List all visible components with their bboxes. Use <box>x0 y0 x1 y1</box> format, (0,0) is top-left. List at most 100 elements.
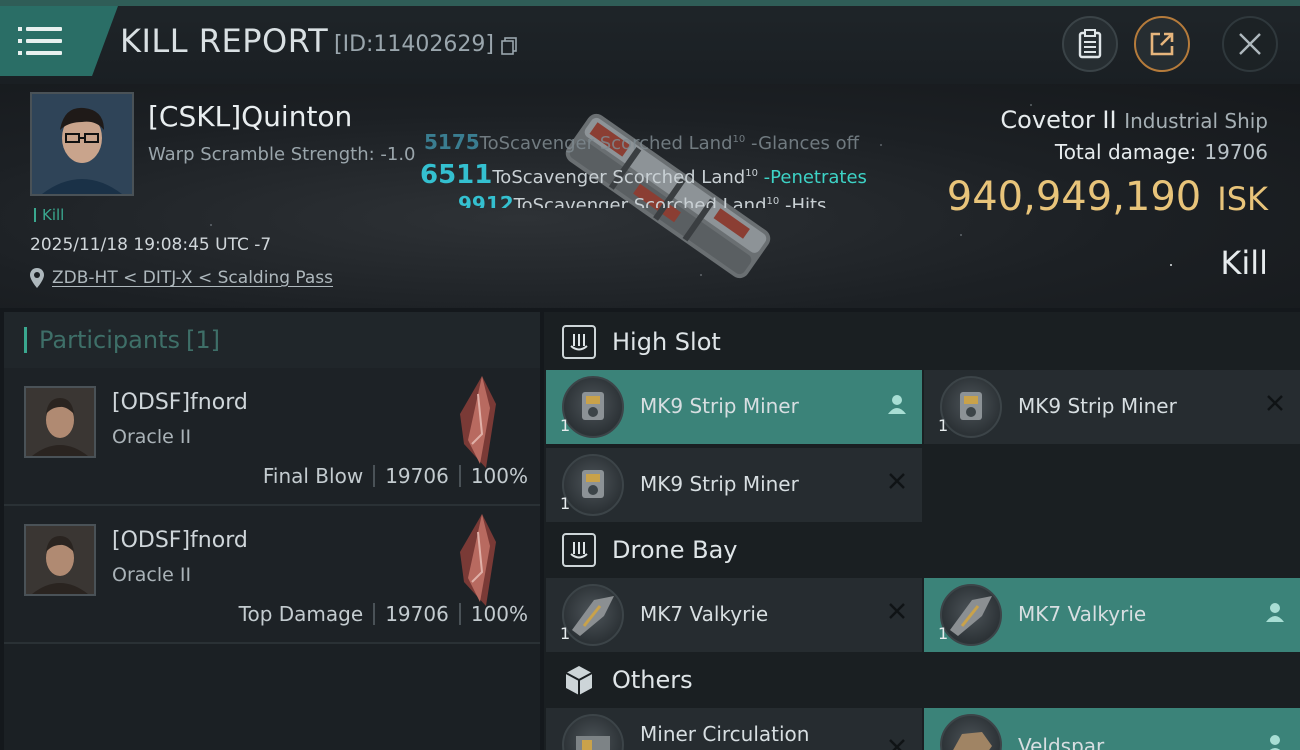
participant-row[interactable]: [ODSF]fnord Oracle II Top Damage 19706 1… <box>4 506 540 644</box>
kill-location[interactable]: ZDB-HT < DITJ-X < Scalding Pass <box>30 268 333 288</box>
strip-miner-icon <box>940 376 1002 438</box>
module-slot[interactable]: 1 MK9 Strip Miner <box>546 370 922 444</box>
total-damage-label: Total damage: <box>1054 140 1197 164</box>
kill-result: Kill <box>1220 244 1268 282</box>
drone-bay-label: Drone Bay <box>612 536 738 564</box>
participants-panel: Participants [1] [ODSF]fnord Oracle II F… <box>4 312 540 750</box>
drone-bay-icon <box>562 533 596 567</box>
victim-ship[interactable]: Covetor II Industrial Ship <box>1000 106 1268 134</box>
hit-damage: 5175 <box>424 130 480 154</box>
hit-text: ToScavenger Scorched Land <box>513 195 767 208</box>
destroyed-x-icon <box>889 603 905 619</box>
module-quantity: 1 <box>560 416 571 435</box>
valkyrie-drone-icon <box>562 584 624 646</box>
drone-bay-header: Drone Bay <box>544 522 1300 578</box>
drone-quantity: 1 <box>560 624 571 643</box>
high-slot-header: High Slot <box>544 314 1300 370</box>
veldspar-ore-icon <box>940 714 1002 750</box>
participant-name: [ODSF]fnord <box>112 390 248 415</box>
others-header: Others <box>544 652 1300 708</box>
cargo-name: Veldspar <box>1018 734 1105 750</box>
module-name: MK9 Strip Miner <box>1018 394 1177 418</box>
valkyrie-drone-icon <box>940 584 1002 646</box>
module-slot[interactable]: 1 MK9 Strip Miner <box>924 370 1300 444</box>
victim-name[interactable]: [CSKL]Quinton <box>148 100 352 133</box>
total-damage: Total damage: 19706 <box>1055 140 1268 164</box>
share-button[interactable] <box>1134 16 1190 72</box>
drone-name: MK7 Valkyrie <box>1018 602 1147 626</box>
high-slot-label: High Slot <box>612 328 721 356</box>
drone-slot[interactable]: 1 MK7 Valkyrie <box>924 578 1300 652</box>
hit-level: 10 <box>745 168 758 179</box>
hit-damage: 9912 <box>458 192 514 208</box>
participant-avatar <box>24 386 96 458</box>
copy-icon[interactable] <box>501 37 517 55</box>
clipboard-button[interactable] <box>1062 16 1118 72</box>
participant-role: Final Blow <box>262 464 364 488</box>
isk-amount: 940,949,190 <box>946 174 1202 220</box>
participant-ship: Oracle II <box>112 426 192 448</box>
hit-text: ToScavenger Scorched Land <box>479 133 733 154</box>
drone-name: MK7 Valkyrie <box>640 602 769 626</box>
participants-count: [1] <box>185 326 220 354</box>
others-label: Others <box>612 666 693 694</box>
location-pin-icon <box>30 268 44 288</box>
pilot-portrait-icon <box>32 94 132 194</box>
destroyed-x-icon <box>1267 395 1283 411</box>
victim-portrait[interactable] <box>30 92 134 196</box>
participant-ship: Oracle II <box>112 564 192 586</box>
isk-value: 940,949,190 ISK <box>947 174 1268 220</box>
participant-stats: Final Blow 19706 100% <box>263 464 528 488</box>
clipboard-icon <box>1078 29 1102 59</box>
hit-effect: -Glances off <box>750 133 859 154</box>
module-quantity: 1 <box>938 416 949 435</box>
participants-header: Participants [1] <box>4 312 540 368</box>
header-accent-bar <box>24 327 27 353</box>
strip-miner-icon <box>562 454 624 516</box>
cube-icon <box>565 666 593 695</box>
cargo-slot[interactable]: 1 Veldspar <box>924 708 1300 750</box>
report-id: [ID:11402629] <box>334 32 494 57</box>
participant-damage: 19706 <box>385 464 449 488</box>
module-name: MK9 Strip Miner <box>640 394 799 418</box>
page-title: KILL REPORT <box>120 22 329 60</box>
cargo-slot[interactable]: 1 Miner Circulation <box>546 708 922 750</box>
participant-percent: 100% <box>470 602 528 626</box>
participant-avatar <box>24 524 96 596</box>
module-quantity: 1 <box>560 494 571 513</box>
close-icon <box>1239 33 1261 55</box>
menu-button[interactable] <box>0 6 118 76</box>
cargo-name: Miner Circulation <box>640 722 810 746</box>
dropped-person-icon <box>888 395 906 414</box>
hit-effect: -Hits <box>784 195 827 208</box>
high-slot-icon <box>562 325 596 359</box>
hit-effect: -Penetrates <box>763 167 867 188</box>
isk-unit: ISK <box>1217 180 1268 218</box>
ship-class: Industrial Ship <box>1124 109 1268 133</box>
participants-label: Participants <box>39 326 180 354</box>
module-slot[interactable]: 1 MK9 Strip Miner <box>546 448 922 522</box>
module-name: MK9 Strip Miner <box>640 472 799 496</box>
share-icon <box>1150 32 1174 56</box>
destroyed-x-icon <box>889 473 905 489</box>
participant-row[interactable]: [ODSF]fnord Oracle II Final Blow 19706 1… <box>4 368 540 506</box>
close-button[interactable] <box>1222 16 1278 72</box>
participant-stats: Top Damage 19706 100% <box>239 602 528 626</box>
participant-name: [ODSF]fnord <box>112 528 248 553</box>
fitting-panel: High Slot 1 MK9 Strip Miner 1 MK9 Strip … <box>544 312 1300 750</box>
hit-line: 5175ToScavenger Scorched Land10 -Glances… <box>424 130 859 154</box>
total-damage-value: 19706 <box>1204 140 1268 164</box>
hit-damage: 6511 <box>420 160 493 190</box>
warp-scramble-strength: Warp Scramble Strength: -1.0 <box>148 144 416 165</box>
destroyed-x-icon <box>889 739 905 750</box>
hit-text: ToScavenger Scorched Land <box>492 167 746 188</box>
participant-damage: 19706 <box>385 602 449 626</box>
location-text: ZDB-HT < DITJ-X < Scalding Pass <box>52 268 334 288</box>
participant-percent: 100% <box>470 464 528 488</box>
hit-level: 10 <box>732 134 746 145</box>
participant-ship-image <box>460 514 496 606</box>
participant-role: Top Damage <box>238 602 364 626</box>
kill-summary: [CSKL]Quinton Warp Scramble Strength: -1… <box>0 84 1300 308</box>
drone-slot[interactable]: 1 MK7 Valkyrie <box>546 578 922 652</box>
pilot-portrait-icon <box>26 526 94 594</box>
